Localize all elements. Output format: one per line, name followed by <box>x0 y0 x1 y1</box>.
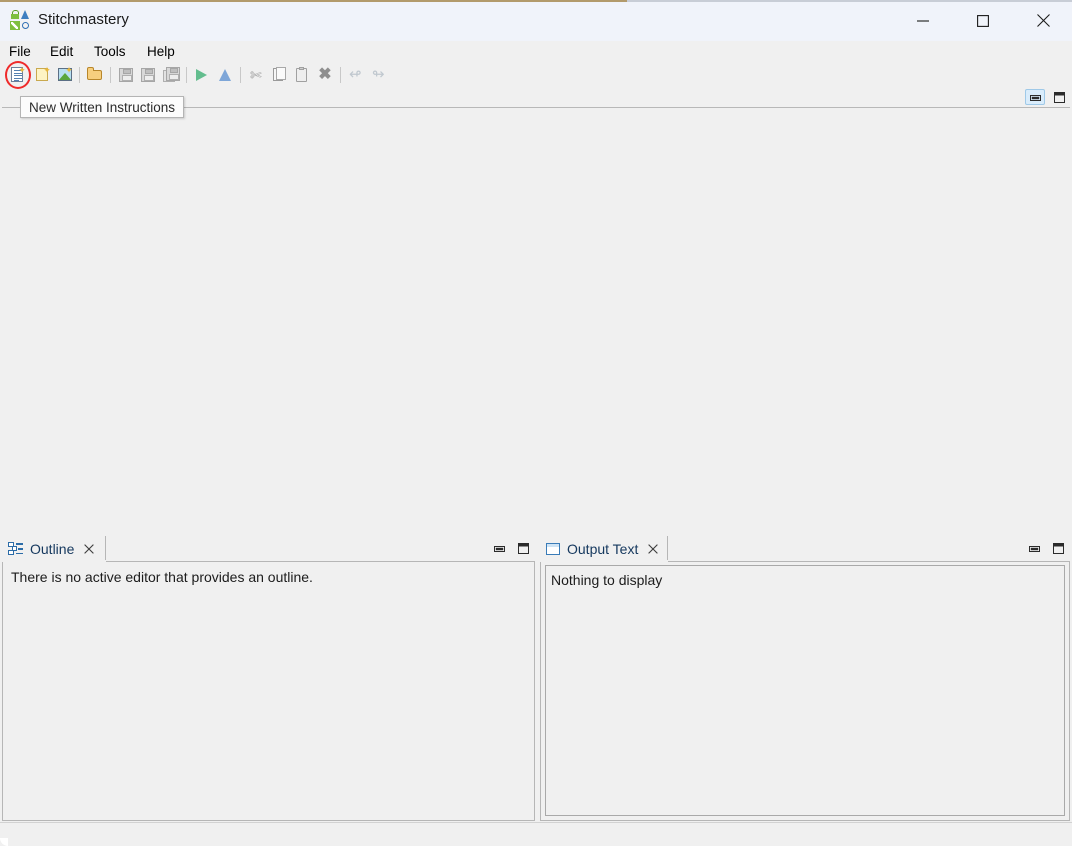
tab-outline-label: Outline <box>30 541 75 557</box>
editor-empty-body[interactable] <box>2 108 1070 532</box>
run-button[interactable] <box>191 64 213 86</box>
toolbar-separator <box>186 67 187 83</box>
output-window-icon <box>546 543 560 555</box>
save-as-icon <box>139 66 157 84</box>
tab-output-text[interactable]: Output Text <box>540 536 668 562</box>
tab-outline[interactable]: Outline <box>2 536 106 562</box>
outline-maximize-button[interactable] <box>513 540 533 556</box>
toolbar-separator <box>110 67 111 83</box>
output-maximize-button[interactable] <box>1048 540 1068 556</box>
play-icon <box>193 66 211 84</box>
window-accent-border <box>0 0 627 2</box>
scissors-icon: ✄ <box>250 67 262 83</box>
minimize-icon[interactable] <box>900 0 946 41</box>
editor-area <box>2 86 1070 532</box>
output-minimize-button[interactable] <box>1024 540 1044 556</box>
build-button[interactable] <box>214 64 236 86</box>
tooltip: New Written Instructions <box>20 96 185 118</box>
new-chart-image-icon: ✦ <box>56 66 74 84</box>
new-written-instructions-button[interactable]: ✦ <box>7 64 29 86</box>
save-button[interactable] <box>115 64 137 86</box>
outline-tab-strip: Outline <box>2 536 535 562</box>
menu-item-edit[interactable]: Edit <box>50 44 73 60</box>
new-document-icon: ✦ <box>9 66 27 84</box>
output-tab-strip: Output Text <box>540 536 1070 562</box>
paste-icon <box>293 66 311 84</box>
menu-item-help[interactable]: Help <box>147 44 175 60</box>
application-window: Stitchmastery File Edit Tools Help ✦ ✦ ✦… <box>0 0 1072 846</box>
copy-icon <box>270 66 288 84</box>
paste-button[interactable] <box>291 64 313 86</box>
open-button[interactable] <box>84 64 106 86</box>
tab-output-text-label: Output Text <box>567 541 639 557</box>
save-icon <box>117 66 135 84</box>
save-all-button[interactable] <box>160 64 182 86</box>
outline-content[interactable]: There is no active editor that provides … <box>2 562 535 821</box>
close-icon[interactable] <box>1020 0 1066 41</box>
new-note-button[interactable]: ✦ <box>32 64 54 86</box>
toolbar-separator <box>240 67 241 83</box>
editor-maximize-button[interactable] <box>1049 89 1069 105</box>
redo-button[interactable]: ↬ <box>368 64 390 86</box>
window-title: Stitchmastery <box>38 11 129 28</box>
close-tab-icon[interactable] <box>83 543 95 555</box>
redo-arrow-icon: ↬ <box>372 66 385 83</box>
undo-button[interactable]: ↫ <box>345 64 367 86</box>
editor-minimize-button[interactable] <box>1025 89 1045 105</box>
menu-bar: File Edit Tools Help <box>0 41 1072 62</box>
new-note-icon: ✦ <box>34 66 52 84</box>
outline-tree-icon <box>8 542 23 556</box>
outline-panel: Outline There is no active editor that p… <box>2 536 535 821</box>
save-all-icon <box>162 66 180 84</box>
cut-button[interactable]: ✄ <box>245 64 267 86</box>
delete-button[interactable]: ✖ <box>314 64 336 86</box>
toolbar-separator <box>340 67 341 83</box>
toolbar-separator <box>79 67 80 83</box>
triangle-up-icon <box>216 66 234 84</box>
status-bar <box>0 822 1072 846</box>
menu-item-file[interactable]: File <box>9 44 31 60</box>
toolbar: ✦ ✦ ✦ ✄ ✖ ↫ ↬ <box>0 62 1072 88</box>
copy-button[interactable] <box>268 64 290 86</box>
output-content: Nothing to display <box>540 562 1070 821</box>
tab-outline-active-indicator <box>2 560 106 562</box>
output-text-panel: Output Text Nothing to display <box>540 536 1070 821</box>
tab-output-text-active-indicator <box>540 560 668 562</box>
outline-minimize-button[interactable] <box>489 540 509 556</box>
menu-item-tools[interactable]: Tools <box>94 44 126 60</box>
output-empty-message: Nothing to display <box>551 572 663 588</box>
save-as-button[interactable] <box>137 64 159 86</box>
close-tab-icon[interactable] <box>647 543 659 555</box>
new-chart-button[interactable]: ✦ <box>54 64 76 86</box>
stitchmastery-logo-icon <box>10 9 30 30</box>
output-text-area[interactable]: Nothing to display <box>545 565 1065 816</box>
title-bar: Stitchmastery <box>0 0 1072 41</box>
undo-arrow-icon: ↫ <box>349 66 362 83</box>
delete-x-icon: ✖ <box>318 66 332 83</box>
outline-empty-message: There is no active editor that provides … <box>11 569 313 585</box>
maximize-icon[interactable] <box>960 0 1006 41</box>
open-folder-icon <box>86 66 104 84</box>
